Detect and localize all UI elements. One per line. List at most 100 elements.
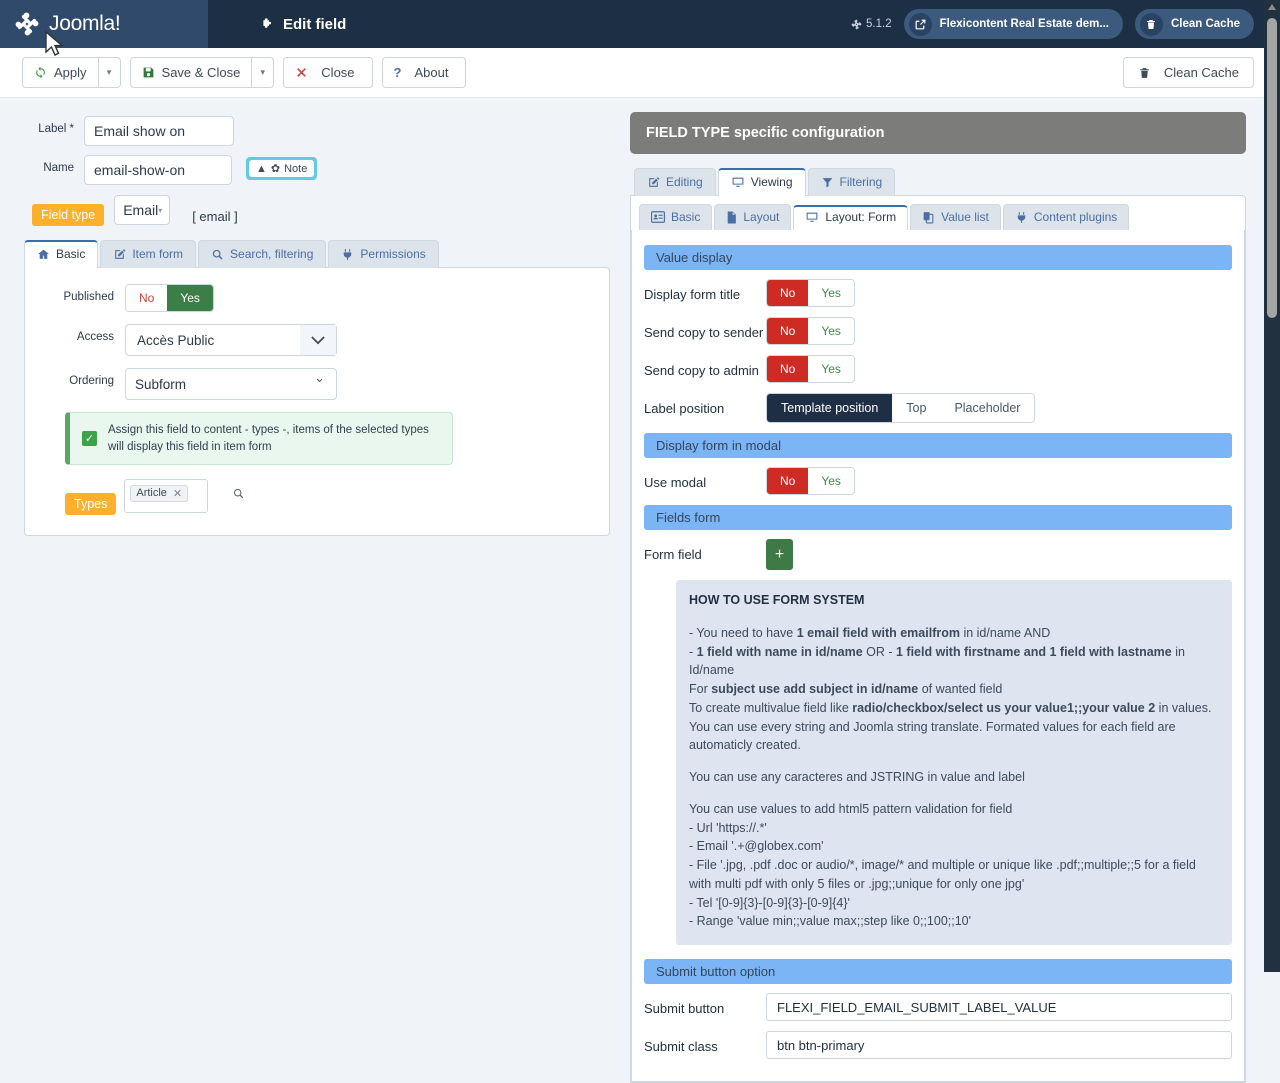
tab-search-filtering-label: Search, filtering: [230, 247, 314, 261]
published-yes[interactable]: Yes: [167, 285, 213, 311]
send-copy-admin-row: Send copy to admin No Yes: [644, 355, 1232, 383]
about-button[interactable]: ? About: [381, 57, 467, 88]
label-position-top[interactable]: Top: [892, 394, 941, 422]
apply-dropdown-toggle[interactable]: ▾: [98, 57, 121, 88]
published-no[interactable]: No: [126, 285, 168, 311]
version-text: 5.1.2: [866, 18, 892, 30]
rtab2-layout-form[interactable]: Layout: Form: [793, 205, 909, 230]
apply-label: Apply: [54, 65, 87, 80]
send-copy-admin-toggle[interactable]: No Yes: [766, 355, 855, 383]
label-position-segmented[interactable]: Template position Top Placeholder: [766, 393, 1036, 423]
form-system-help: HOW TO USE FORM SYSTEM - You need to hav…: [676, 580, 1232, 945]
rtab2-basic[interactable]: Basic: [639, 204, 713, 230]
label-input[interactable]: [84, 116, 234, 146]
visit-site-button[interactable]: Flexicontent Real Estate dem...: [903, 9, 1123, 39]
help-l4b: radio/checkbox/select us your value1;;yo…: [852, 700, 1156, 715]
use-modal-yes[interactable]: Yes: [808, 468, 854, 494]
types-chip-label: Article: [136, 487, 167, 500]
funnel-icon: [822, 177, 832, 187]
save-close-button[interactable]: Save & Close: [129, 57, 253, 88]
pencil-square-icon: [649, 176, 660, 187]
navbar-clean-cache-button[interactable]: Clean Cache: [1134, 9, 1254, 39]
help-l4a: To create multivalue field like: [689, 700, 853, 715]
types-search-icon[interactable]: [232, 487, 245, 503]
send-copy-sender-yes[interactable]: Yes: [808, 318, 854, 344]
send-copy-sender-row: Send copy to sender No Yes: [644, 317, 1232, 345]
rtab2-value-list-label: Value list: [941, 210, 989, 224]
close-button[interactable]: Close: [283, 57, 373, 88]
scroll-up-arrow-icon[interactable]: [1268, 4, 1276, 10]
file-icon: [728, 211, 737, 223]
joomla-version: 5.1.2: [851, 18, 892, 30]
save-dropdown-toggle[interactable]: ▾: [252, 57, 275, 88]
help-line-1: - You need to have 1 email field with em…: [689, 624, 1219, 643]
toolbar-clean-cache-label: Clean Cache: [1163, 65, 1239, 80]
types-chip-article[interactable]: Article ✕: [130, 484, 189, 502]
external-link-icon: [908, 12, 932, 36]
right-tabstrip-level1: Editing Viewing Filtering: [630, 168, 1246, 196]
help-pattern-range: - Range 'value min;;value max;;step like…: [689, 914, 972, 929]
submit-button-input[interactable]: [766, 993, 1232, 1021]
pencil-square-icon: [115, 248, 126, 259]
plug-icon: [1017, 211, 1026, 223]
access-select[interactable]: Accès Public: [125, 324, 337, 356]
submit-class-input[interactable]: [766, 1031, 1232, 1059]
send-copy-admin-no[interactable]: No: [767, 356, 809, 382]
send-copy-admin-yes[interactable]: Yes: [808, 356, 854, 382]
toolbar-clean-cache-button[interactable]: Clean Cache: [1122, 57, 1254, 88]
rtab-filtering[interactable]: Filtering: [807, 168, 896, 196]
tab-item-form[interactable]: Item form: [100, 240, 197, 268]
rtab2-content-plugins[interactable]: Content plugins: [1002, 204, 1130, 230]
send-copy-sender-toggle[interactable]: No Yes: [766, 317, 855, 345]
rtab2-value-list[interactable]: Value list: [910, 204, 1001, 230]
display-form-title-yes[interactable]: Yes: [808, 280, 854, 306]
apply-button[interactable]: Apply: [22, 57, 99, 88]
fieldtype-hint: [ email ]: [192, 208, 238, 224]
warning-triangle-icon: ▲: [256, 162, 267, 175]
fieldtype-select[interactable]: Email ▾: [114, 195, 171, 225]
tab-search-filtering[interactable]: Search, filtering: [198, 240, 327, 268]
label-position-placeholder[interactable]: Placeholder: [940, 394, 1035, 422]
monitor-icon: [806, 212, 818, 222]
types-row: Types Article ✕: [65, 477, 591, 516]
use-modal-no[interactable]: No: [767, 468, 809, 494]
help-line-3: For subject use add subject in id/name o…: [689, 680, 1219, 699]
use-modal-row: Use modal No Yes: [644, 467, 1232, 495]
brand-text: Joomla!: [49, 12, 121, 35]
rtab2-layout[interactable]: Layout: [714, 204, 792, 230]
display-form-title-toggle[interactable]: No Yes: [766, 279, 855, 307]
joomla-brand[interactable]: Joomla!: [0, 0, 208, 48]
label-position-template[interactable]: Template position: [767, 394, 893, 422]
rtab-viewing[interactable]: Viewing: [717, 168, 806, 196]
remove-chip-icon[interactable]: ✕: [173, 487, 182, 500]
top-navbar: Joomla! Edit field 5.1.2 Flexicontent Re…: [0, 0, 1280, 48]
form-field-label: Form field: [644, 547, 702, 562]
help-l1c: in id/name AND: [959, 625, 1051, 640]
ordering-row: Ordering Subform: [43, 368, 591, 400]
types-tag: Types: [65, 493, 117, 516]
main-content: Label * Name ▲ ✿ Note Field type Email ▾…: [0, 98, 1280, 1083]
note-button[interactable]: ▲ ✿ Note: [246, 157, 318, 180]
send-copy-sender-label: Send copy to sender: [644, 325, 764, 340]
ordering-select[interactable]: Subform: [125, 368, 337, 400]
display-form-title-no[interactable]: No: [767, 280, 809, 306]
published-toggle[interactable]: No Yes: [125, 284, 214, 312]
rtab2-layout-form-label: Layout: Form: [825, 210, 897, 224]
page-scrollbar[interactable]: [1264, 0, 1280, 972]
rtab2-content-plugins-label: Content plugins: [1033, 210, 1118, 224]
tab-basic[interactable]: Basic: [24, 240, 99, 268]
close-icon: [297, 68, 307, 77]
use-modal-toggle[interactable]: No Yes: [766, 467, 855, 495]
send-copy-sender-no[interactable]: No: [767, 318, 809, 344]
submit-button-row: Submit button: [644, 993, 1232, 1021]
gear-icon: ✿: [270, 163, 281, 175]
add-form-field-button[interactable]: +: [766, 539, 793, 570]
help-paragraph-3: You can use values to add html5 pattern …: [689, 801, 1013, 816]
scrollbar-thumb[interactable]: [1267, 18, 1277, 318]
tab-permissions[interactable]: Permissions: [328, 240, 439, 268]
refresh-icon: [36, 66, 45, 79]
name-input[interactable]: [84, 155, 232, 185]
search-icon: [212, 249, 223, 260]
types-multiselect[interactable]: Article ✕: [124, 479, 244, 514]
rtab-editing[interactable]: Editing: [634, 168, 716, 196]
